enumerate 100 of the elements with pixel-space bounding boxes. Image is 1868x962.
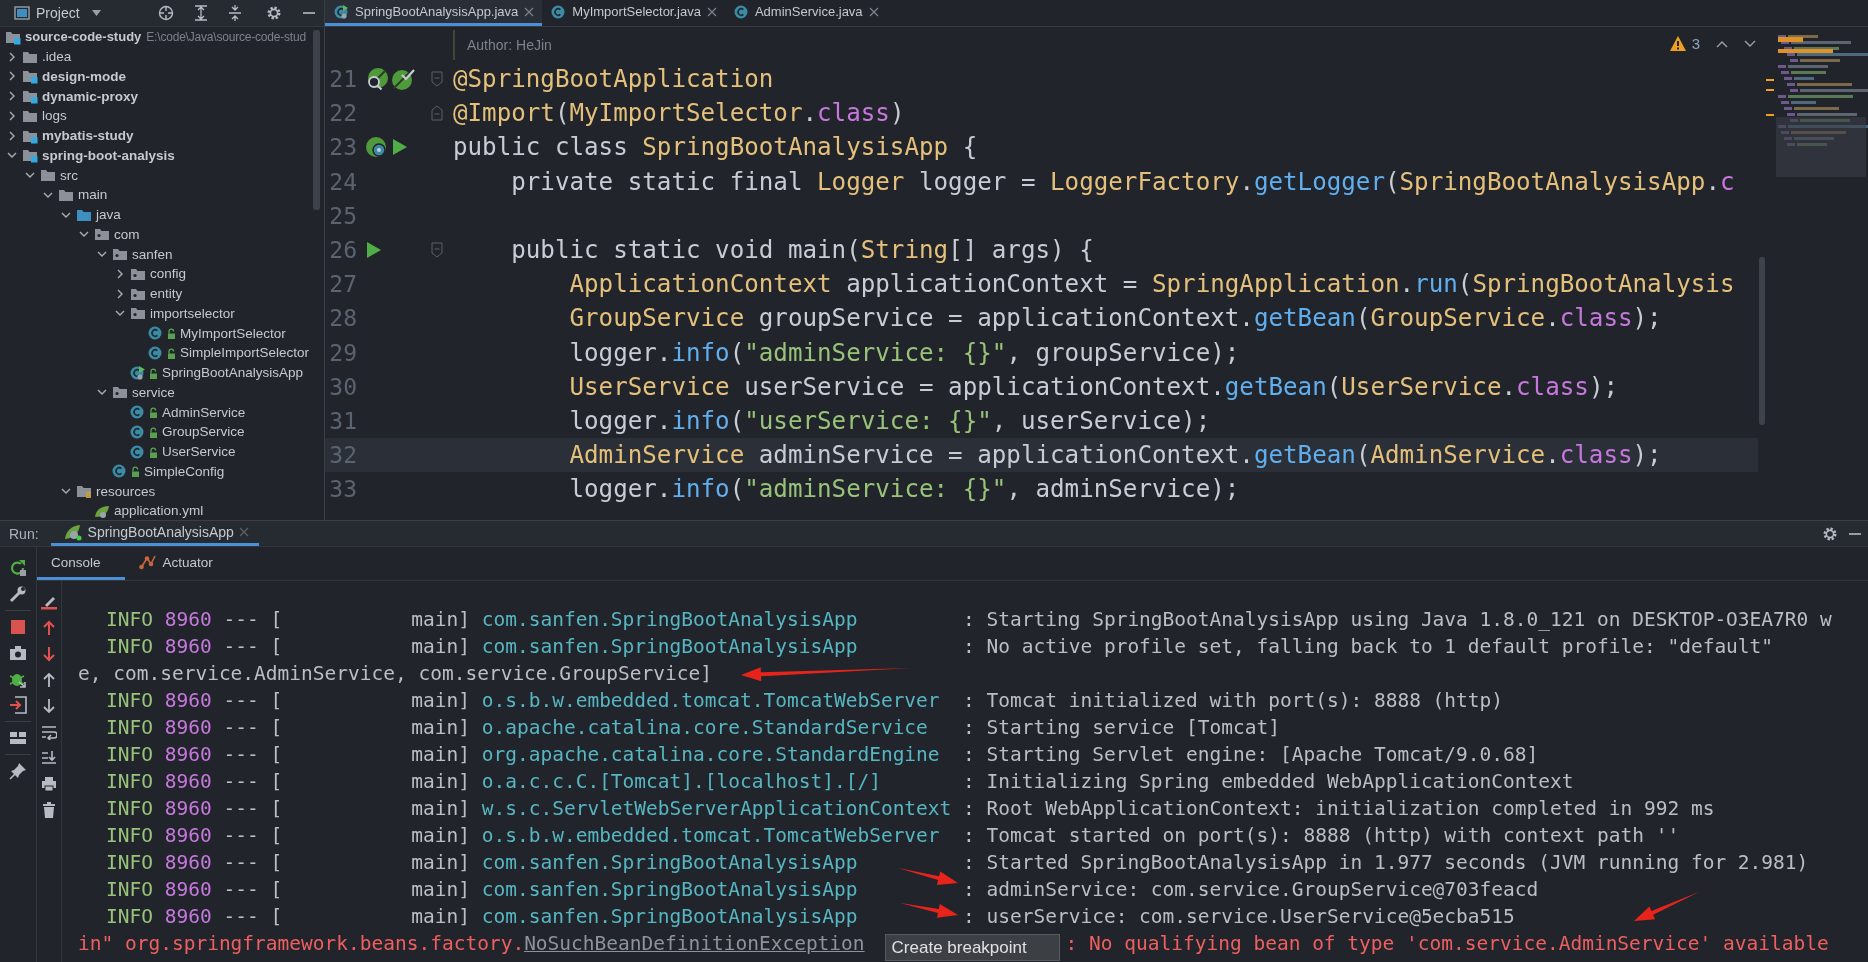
tree-item[interactable]: logs <box>42 108 67 124</box>
line-number: 28 <box>328 305 357 332</box>
view-selector[interactable]: Project <box>36 5 80 21</box>
chevron-right-icon[interactable] <box>7 71 17 82</box>
module-folder-icon <box>22 68 38 85</box>
wrench-icon[interactable] <box>9 585 27 603</box>
scrollbar-thumb[interactable] <box>313 30 320 210</box>
scroll-to-end-icon[interactable] <box>41 750 57 766</box>
tree-item[interactable]: SimpleConfig <box>144 463 225 479</box>
tree-item[interactable]: config <box>150 266 187 282</box>
rerun-icon[interactable] <box>9 559 27 577</box>
settings-icon[interactable] <box>1822 525 1838 542</box>
editor-tab[interactable]: MyImportSelector.java <box>542 0 725 26</box>
settings-icon[interactable] <box>266 5 282 21</box>
tree-item[interactable]: java <box>96 207 121 223</box>
bean-check-icon[interactable] <box>391 67 415 92</box>
module-folder-icon <box>22 147 38 164</box>
doc-comment: Author: HeJin <box>453 29 552 60</box>
locate-icon[interactable] <box>158 5 174 21</box>
chevron-down-icon[interactable] <box>1744 39 1756 48</box>
console-line: e, com.service.AdminService, com.service.GroupService] <box>78 661 712 687</box>
tree-item[interactable]: src <box>60 167 78 183</box>
collapse-all-icon[interactable] <box>228 5 242 21</box>
bean-search-icon[interactable] <box>365 67 389 92</box>
tree-item[interactable]: spring-boot-analysis <box>42 147 175 163</box>
clear-icon[interactable] <box>41 594 57 610</box>
tree-item[interactable]: main <box>78 187 108 203</box>
tree-item[interactable]: GroupService <box>162 424 245 440</box>
line-number: 21 <box>328 66 357 93</box>
warning-count[interactable]: 3 <box>1691 35 1700 52</box>
tree-item[interactable]: importselector <box>150 305 235 321</box>
line-number: 29 <box>328 339 357 366</box>
class-icon <box>130 423 158 440</box>
chevron-right-icon[interactable] <box>7 51 17 62</box>
spring-class-icon <box>333 3 349 20</box>
arrow-down-icon[interactable] <box>42 646 56 662</box>
tree-item[interactable]: application.yml <box>114 503 204 519</box>
class-icon <box>112 463 140 480</box>
close-icon[interactable] <box>868 6 879 17</box>
tree-item[interactable]: resources <box>96 483 156 499</box>
log-source: INFO 8960 --- [ main] o.s.b.w.embedded.tomcat.TomcatWebServer <box>106 823 940 849</box>
console-tab[interactable]: Console <box>37 547 125 580</box>
spring-bean-icon[interactable] <box>365 135 389 160</box>
arrow-up-icon[interactable] <box>42 620 56 636</box>
caret-icon[interactable] <box>91 10 101 16</box>
tree-item[interactable]: .idea <box>42 49 72 65</box>
warning-icon <box>1669 36 1686 51</box>
tree-item[interactable]: com <box>114 226 140 242</box>
console-tab[interactable]: Actuator <box>124 547 225 580</box>
close-icon[interactable] <box>524 6 535 17</box>
trash-icon[interactable] <box>42 802 56 818</box>
expand-all-icon[interactable] <box>194 5 208 21</box>
code-line: logger.info("adminService: {}", adminService); <box>568 475 1240 504</box>
tree-item[interactable]: SimpleImportSelector <box>180 345 310 361</box>
tree-item[interactable]: service <box>132 384 175 400</box>
soft-wrap-icon[interactable] <box>41 724 57 740</box>
editor-tab[interactable]: SpringBootAnalysisApp.java <box>325 0 543 26</box>
tree-item[interactable]: entity <box>150 286 183 302</box>
code-line: ApplicationContext applicationContext = SpringApplication.run(SpringBootAnalysis <box>568 270 1735 299</box>
log-source: INFO 8960 --- [ main] o.apache.catalina.core.StandardService <box>106 715 928 741</box>
actuator-icon <box>138 554 157 570</box>
chevron-up-icon[interactable] <box>1716 39 1728 48</box>
login-icon[interactable] <box>9 696 27 714</box>
tree-item[interactable]: design-mode <box>42 68 126 84</box>
package-icon <box>112 384 128 401</box>
pin-icon[interactable] <box>9 762 27 780</box>
tree-item[interactable]: source-code-study <box>25 29 142 45</box>
project-window-icon[interactable] <box>14 6 30 20</box>
arrow-down-icon[interactable] <box>42 698 56 714</box>
camera-icon[interactable] <box>9 645 27 661</box>
tree-item[interactable]: mybatis-study <box>42 128 134 144</box>
log-message: : Tomcat initialized with port(s): 8888 (http) <box>963 688 1504 714</box>
scrollbar-thumb[interactable] <box>1759 257 1765 425</box>
tree-item[interactable]: UserService <box>162 444 236 460</box>
layout-icon[interactable] <box>9 730 27 746</box>
tree-item[interactable]: AdminService <box>162 404 246 420</box>
chevron-right-icon[interactable] <box>115 288 125 299</box>
tree-item[interactable]: SpringBootAnalysisApp <box>162 365 304 381</box>
chevron-right-icon[interactable] <box>7 110 17 121</box>
run-icon[interactable] <box>365 240 383 261</box>
tree-item[interactable]: sanfen <box>132 246 173 262</box>
run-icon[interactable] <box>391 137 409 158</box>
tree-item[interactable]: dynamic-proxy <box>42 88 139 104</box>
log-message: : Starting service [Tomcat] <box>963 715 1280 741</box>
log-message: : Starting Servlet engine: [Apache Tomcat/9.0.68] <box>963 742 1539 768</box>
close-icon[interactable] <box>706 6 717 17</box>
log-source: INFO 8960 --- [ main] org.apache.catalina.core.StandardEngine <box>106 742 940 768</box>
console-line: : No qualifying bean of type 'com.service.AdminService' available <box>1065 931 1829 957</box>
chevron-right-icon[interactable] <box>115 268 125 279</box>
arrow-up-icon[interactable] <box>42 672 56 688</box>
console-line: in" org.springframework.beans.factory. <box>78 931 525 957</box>
line-number: 31 <box>328 407 357 434</box>
editor-tab[interactable]: AdminService.java <box>724 0 887 26</box>
chevron-right-icon[interactable] <box>7 130 17 141</box>
tree-item[interactable]: MyImportSelector <box>180 325 286 341</box>
stop-icon[interactable] <box>10 619 26 635</box>
chevron-right-icon[interactable] <box>7 91 17 102</box>
exception-link[interactable]: NoSuchBeanDefinitionException <box>524 930 865 957</box>
print-icon[interactable] <box>41 776 57 792</box>
run-tab[interactable]: SpringBootAnalysisApp <box>50 521 259 546</box>
